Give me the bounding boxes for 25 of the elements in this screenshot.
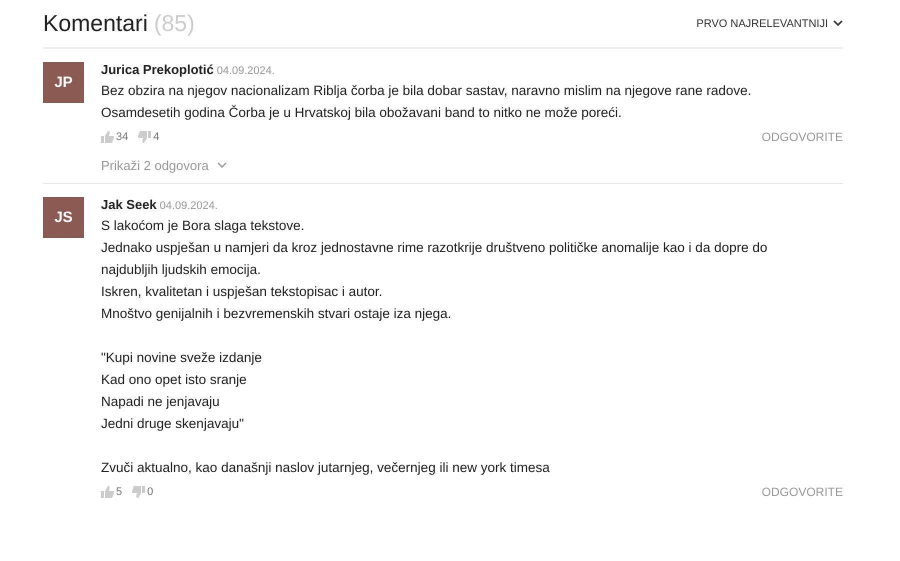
comment-text: Zvuči aktualno, kao današnji naslov jutarnjeg, večernjeg ili new york timesa	[101, 459, 551, 477]
show-replies-button[interactable]: Prikaži 2 odgovora	[101, 158, 227, 173]
thumbs-up-icon	[101, 131, 114, 143]
avatar: JP	[43, 62, 84, 103]
thumbs-down-icon	[138, 131, 152, 143]
section-title: Komentari	[43, 10, 148, 36]
comment-text: S lakoćom je Bora slaga tekstove. Jednako uspješan u namjeri da kroz jednostavne rime razotkrije društveno političke anomalije kao i da dopre do najdubljih ljudskih emocija. Iskren, kvalitetan i uspješan tekstopisac i autor. Mnoštvo genijalnih i bezvremenskih stvari ostaje iza njega.	[101, 217, 768, 323]
comment-text: Bez obzira na njegov nacionalizam Riblja čorba je bila dobar sastav, naravno mislim na njegove rane radove. Osamdesetih godina Čorba je u Hrvatskoj bila obožavani band to nitko ne može poreći.	[101, 82, 752, 122]
comment-text: "Kupi novine sveže izdanje Kad ono opet isto sranje Napadi ne jenjavaju Jedni druge skenjavaju"	[101, 349, 263, 433]
like-button[interactable]: 34	[101, 131, 128, 143]
comment-date: 04.09.2024.	[160, 200, 218, 212]
author-name[interactable]: Jurica Prekoplotić	[101, 62, 214, 77]
avatar: JS	[43, 197, 84, 238]
chevron-down-icon	[833, 20, 843, 27]
author-name[interactable]: Jak Seek	[101, 197, 157, 212]
sort-dropdown[interactable]: PRVO NAJRELEVANTNIJI	[696, 18, 843, 30]
thumbs-down-icon	[132, 486, 146, 498]
chevron-down-icon	[216, 162, 227, 169]
like-button[interactable]: 5	[101, 486, 122, 498]
comment-date: 04.09.2024.	[216, 65, 275, 77]
reply-button[interactable]: ODGOVORITE	[762, 130, 843, 144]
dislike-button[interactable]: 4	[138, 131, 160, 143]
thumbs-up-icon	[101, 486, 114, 498]
dislike-button[interactable]: 0	[132, 486, 154, 498]
reply-button[interactable]: ODGOVORITE	[762, 485, 843, 499]
